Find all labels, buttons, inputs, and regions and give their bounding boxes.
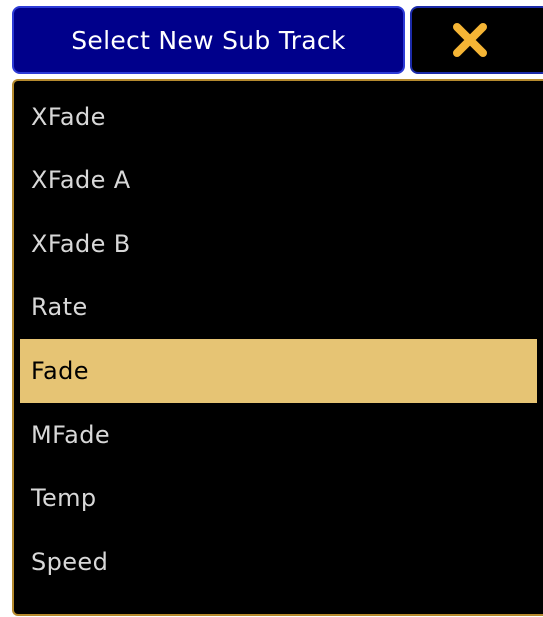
list-item-temp[interactable]: Temp	[20, 467, 537, 531]
list-item-xfade[interactable]: XFade	[20, 85, 537, 149]
list-item-label: Temp	[31, 484, 97, 513]
list-item-label: XFade A	[31, 166, 131, 195]
sub-track-list-panel: XFade XFade A XFade B Rate Fade MFade Te…	[12, 79, 543, 616]
dialog-title: Select New Sub Track	[12, 6, 405, 74]
list-item-speed[interactable]: Speed	[20, 530, 537, 594]
list-item-label: Fade	[31, 357, 89, 385]
list-item-mfade[interactable]: MFade	[20, 403, 537, 467]
list-item-label: Rate	[31, 293, 88, 322]
list-item-rate[interactable]: Rate	[20, 276, 537, 340]
dialog-title-label: Select New Sub Track	[71, 25, 346, 55]
sub-track-list: XFade XFade A XFade B Rate Fade MFade Te…	[20, 85, 543, 594]
list-item-label: XFade	[31, 102, 106, 131]
close-x-icon	[453, 20, 490, 60]
list-item-xfade-a[interactable]: XFade A	[20, 149, 537, 213]
list-item-label: XFade B	[31, 229, 131, 258]
close-button[interactable]	[410, 6, 543, 74]
list-item-label: MFade	[31, 420, 111, 449]
list-item-label: Speed	[31, 547, 109, 576]
list-item-fade-selected[interactable]: Fade	[20, 339, 537, 403]
list-item-xfade-b[interactable]: XFade B	[20, 212, 537, 276]
